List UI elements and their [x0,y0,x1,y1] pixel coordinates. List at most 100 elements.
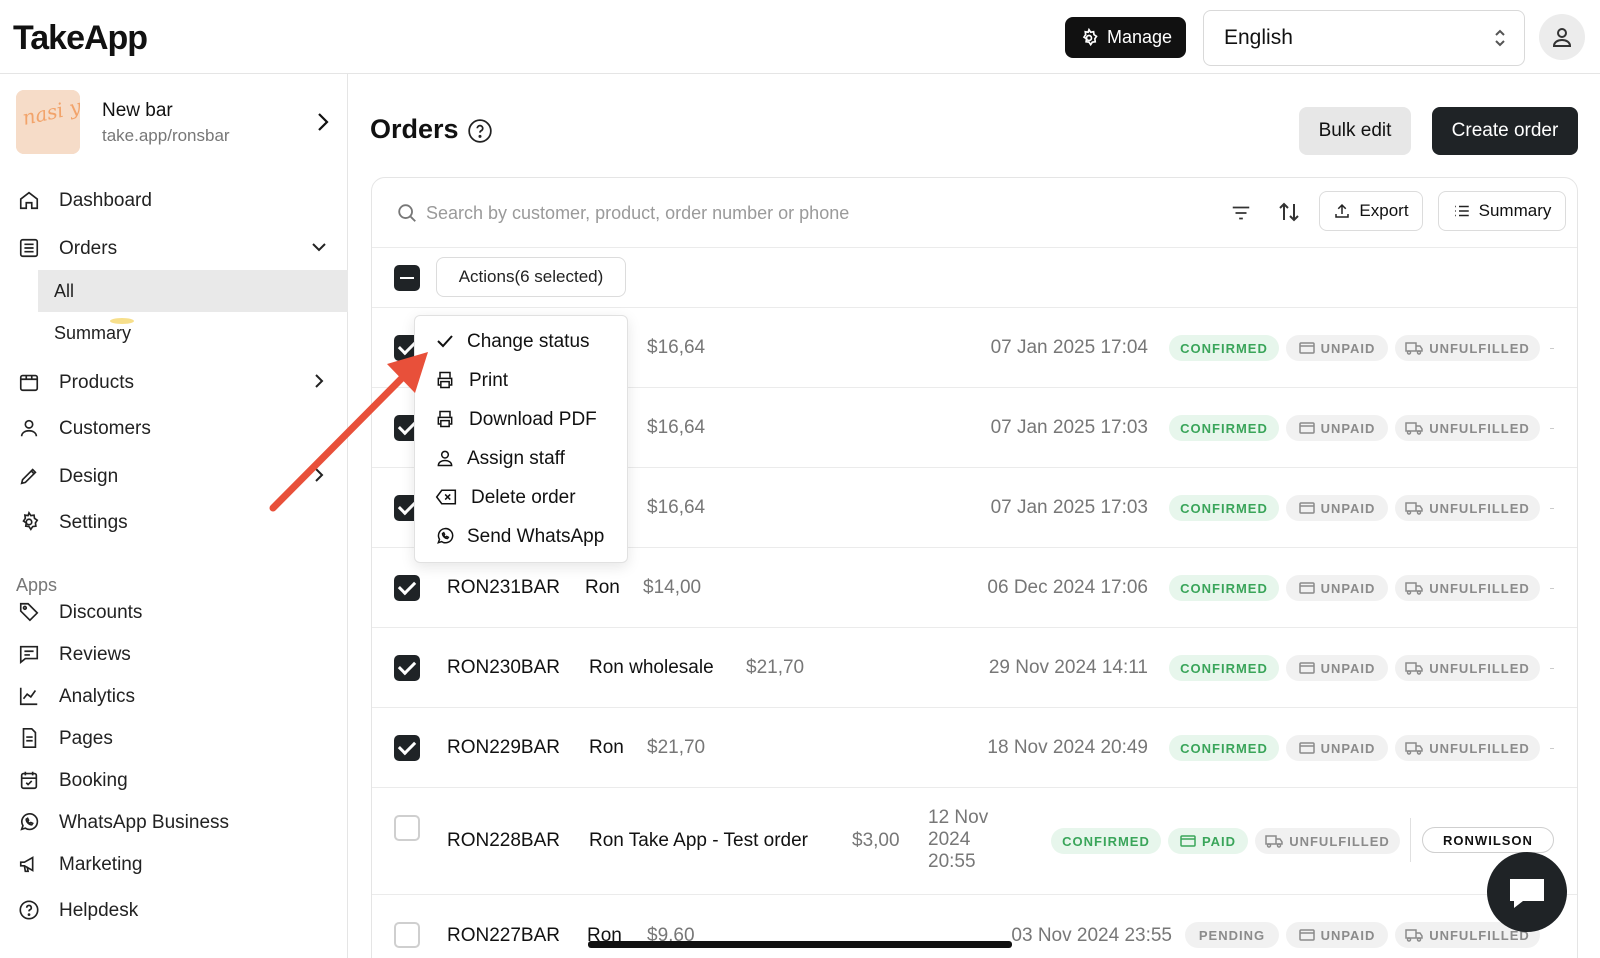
menu-item-print[interactable]: Print [415,361,629,399]
store-switcher[interactable]: nasi yamn New bar take.app/ronsbar [16,90,336,154]
order-number[interactable]: RON231BAR [447,577,560,599]
table-row[interactable]: RON229BAR Ron $21,70 18 Nov 2024 20:49 C… [372,708,1577,788]
row-checkbox[interactable] [394,655,420,681]
table-row[interactable]: RON230BAR Ron wholesale $21,70 29 Nov 20… [372,628,1577,708]
menu-item-change-status[interactable]: Change status [415,322,629,360]
card-icon [1298,582,1315,594]
select-all-checkbox[interactable] [394,265,420,291]
chevron-up-down-icon [1495,29,1505,47]
menu-label: Assign staff [467,448,565,469]
row-separator-dot [1550,348,1554,349]
truck-icon [1405,581,1423,595]
status-badge: CONFIRMED [1051,828,1161,854]
row-checkbox[interactable] [394,735,420,761]
upload-icon [1335,203,1350,218]
sidebar-item-customers[interactable]: Customers [0,406,348,450]
card-icon [1298,502,1315,514]
sidebar-item-marketing[interactable]: Marketing [0,842,348,886]
sidebar-label-whatsapp-business: WhatsApp Business [59,812,230,833]
payment-badge: UNPAID [1286,922,1388,948]
payment-badge: UNPAID [1286,335,1388,361]
menu-item-send-whatsapp[interactable]: Send WhatsApp [415,517,629,555]
chat-widget-button[interactable] [1487,852,1567,932]
sidebar-item-dashboard[interactable]: Dashboard [0,178,348,222]
manage-label: Manage [1106,27,1173,47]
truck-icon [1405,501,1423,515]
menu-item-delete-order[interactable]: Delete order [415,478,629,516]
sidebar-item-booking[interactable]: Booking [0,758,348,802]
check-icon [437,335,453,348]
menu-label: Download PDF [469,409,597,430]
actions-button[interactable]: Actions(6 selected) [436,257,626,297]
fulfillment-badge: UNFULFILLED [1395,735,1540,761]
help-circle-icon [19,900,39,920]
sidebar-label-summary: Summary [54,323,132,343]
manage-button[interactable]: Manage [1065,17,1186,58]
sidebar-item-reviews[interactable]: Reviews [0,632,348,676]
takeapp-logo[interactable]: TakeApp [13,19,148,58]
fulfillment-badge: UNFULFILLED [1255,828,1400,854]
calendar-check-icon [20,771,38,790]
card-icon [1180,835,1196,847]
export-button[interactable]: Export [1319,191,1423,231]
help-circle-icon[interactable] [467,118,493,144]
pen-icon [20,468,37,485]
summary-button[interactable]: Summary [1438,191,1566,231]
truck-icon [1405,661,1423,675]
bulk-edit-button[interactable]: Bulk edit [1299,107,1411,155]
sidebar-item-discounts[interactable]: Discounts [0,590,348,634]
create-order-button[interactable]: Create order [1432,107,1578,155]
truck-icon [1265,834,1283,848]
user-avatar-button[interactable] [1539,14,1585,60]
status-badge: CONFIRMED [1169,655,1279,681]
sidebar-item-whatsapp-business[interactable]: WhatsApp Business [0,800,348,844]
sidebar-item-products[interactable]: Products [0,360,348,404]
row-checkbox[interactable] [394,815,420,841]
filter-icon[interactable] [1230,202,1252,224]
sidebar-subitem-orders-summary[interactable]: Summary [38,312,348,354]
order-date-line1: 12 Nov [928,807,989,828]
whatsapp-icon [20,813,39,831]
fulfillment-badge: UNFULFILLED [1395,495,1540,521]
printer-icon [437,371,453,389]
order-number[interactable]: RON227BAR [447,925,560,947]
sort-icon[interactable] [1277,200,1301,224]
sidebar-item-settings[interactable]: Settings [0,500,348,544]
box-icon [19,374,39,392]
order-number[interactable]: RON228BAR [447,830,560,852]
order-date: 07 Jan 2025 17:03 [990,497,1148,518]
menu-item-download-pdf[interactable]: Download PDF [415,400,629,438]
sidebar-label-customers: Customers [59,418,151,439]
row-separator-dot [1550,508,1554,509]
sidebar-item-analytics[interactable]: Analytics [0,674,348,718]
payment-label: UNPAID [1320,420,1376,436]
search-input[interactable] [426,196,1146,230]
order-number[interactable]: RON230BAR [447,657,560,679]
row-checkbox[interactable] [394,575,420,601]
menu-item-assign-staff[interactable]: Assign staff [415,439,629,477]
menu-label: Delete order [471,487,576,508]
sidebar-item-design[interactable]: Design [0,454,348,498]
status-badge: CONFIRMED [1169,495,1279,521]
gear-icon [22,511,39,531]
order-price: $14,00 [643,577,702,598]
row-checkbox[interactable] [394,922,420,948]
fulfillment-label: UNFULFILLED [1289,833,1390,849]
table-row[interactable]: RON228BAR Ron Take App - Test order $3,0… [372,788,1577,895]
card-icon [1298,422,1315,434]
sidebar: nasi yamn New bar take.app/ronsbar Dashb… [0,74,348,958]
sidebar-label-design: Design [59,466,119,487]
table-row[interactable]: RON227BAR Ron $9,60 03 Nov 2024 23:55 PE… [372,895,1577,958]
sidebar-item-helpdesk[interactable]: Helpdesk [0,888,348,932]
status-badge: PENDING [1185,922,1279,948]
language-select[interactable]: English [1203,10,1525,66]
order-date-line3: 20:55 [928,851,976,872]
language-value: English [1224,26,1293,49]
sidebar-item-pages[interactable]: Pages [0,716,348,760]
sidebar-label-pages: Pages [59,728,113,749]
sidebar-item-orders[interactable]: Orders [0,226,348,270]
order-customer: Ron Take App - Test order [589,830,808,851]
sidebar-subitem-orders-all[interactable]: All [38,270,348,312]
order-number[interactable]: RON229BAR [447,737,560,759]
payment-badge: UNPAID [1286,735,1388,761]
